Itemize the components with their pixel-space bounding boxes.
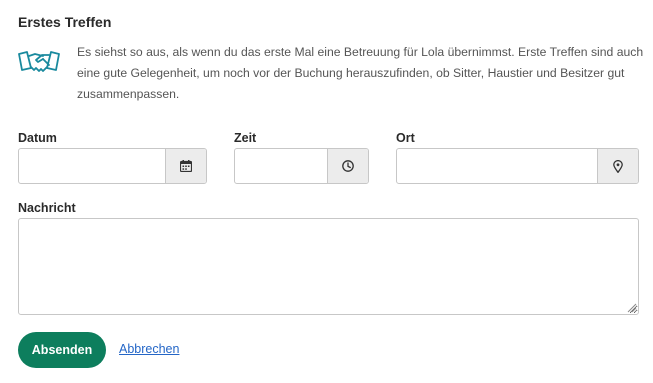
message-label: Nachricht — [18, 201, 76, 215]
place-input-group — [396, 148, 639, 184]
time-picker-button[interactable] — [327, 149, 368, 183]
date-label: Datum — [18, 131, 57, 145]
time-input[interactable] — [235, 149, 327, 183]
place-input[interactable] — [397, 149, 597, 183]
page-title: Erstes Treffen — [18, 14, 112, 30]
message-textarea[interactable] — [18, 218, 639, 315]
calendar-icon — [180, 160, 192, 172]
date-input[interactable] — [19, 149, 165, 183]
place-label: Ort — [396, 131, 415, 145]
location-pin-icon — [613, 159, 623, 173]
location-button[interactable] — [597, 149, 638, 183]
time-input-group — [234, 148, 369, 184]
info-box: Es siehst so aus, als wenn du das erste … — [18, 42, 643, 106]
time-label: Zeit — [234, 131, 257, 145]
handshake-icon — [18, 51, 60, 72]
info-text: Es siehst so aus, als wenn du das erste … — [77, 45, 644, 101]
submit-button[interactable]: Absenden — [18, 332, 106, 368]
cancel-link[interactable]: Abbrechen — [119, 342, 179, 356]
clock-icon — [342, 160, 354, 172]
date-picker-button[interactable] — [165, 149, 206, 183]
date-input-group — [18, 148, 207, 184]
